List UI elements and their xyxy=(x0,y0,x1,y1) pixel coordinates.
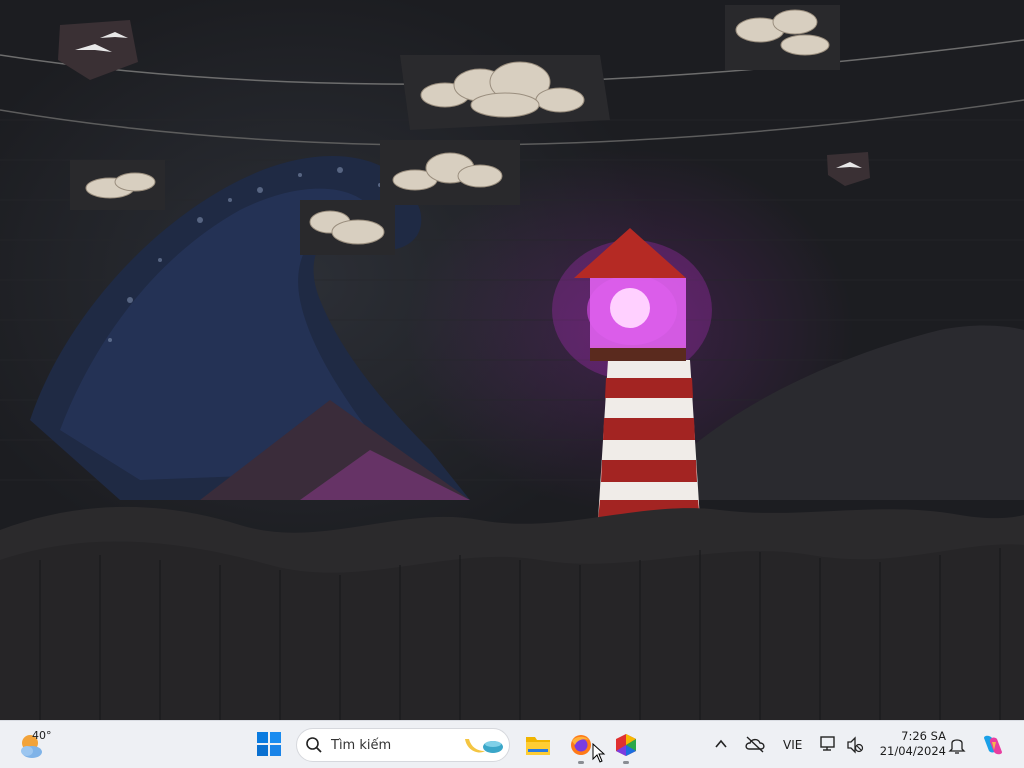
onedrive-offline-icon[interactable] xyxy=(744,735,766,753)
clock-time: 7:26 SA xyxy=(901,729,946,743)
paper-waves xyxy=(0,506,1024,720)
start-button[interactable] xyxy=(256,731,282,757)
mouse-cursor xyxy=(592,743,606,763)
copilot-icon[interactable] xyxy=(980,732,1006,758)
taskbar: 40° Tìm kiếm VIE 7:26 SA 21/04/2024 xyxy=(0,720,1024,768)
clock-date: 21/04/2024 xyxy=(879,744,946,758)
search-highlight-icon xyxy=(465,739,503,753)
clock[interactable]: 7:26 SA 21/04/2024 xyxy=(866,729,946,759)
file-explorer-button[interactable] xyxy=(520,727,556,763)
notification-bell-icon[interactable] xyxy=(948,735,966,755)
weather-temperature: 40° xyxy=(32,729,52,742)
colorful-app-button[interactable] xyxy=(608,727,644,764)
input-language-indicator[interactable]: VIE xyxy=(783,738,802,752)
hexagon-app-icon xyxy=(616,734,636,756)
network-icon[interactable] xyxy=(820,735,838,753)
wave-painting xyxy=(30,156,1024,500)
chevron-up-icon[interactable] xyxy=(714,737,728,751)
running-indicator xyxy=(623,761,629,764)
weather-widget[interactable]: 40° xyxy=(14,727,74,763)
windows-start-icon xyxy=(257,732,281,756)
speaker-muted-icon[interactable] xyxy=(846,736,864,754)
search-icon xyxy=(306,737,322,753)
desktop[interactable] xyxy=(0,0,1024,720)
wallpaper-image xyxy=(0,5,1024,720)
lighthouse xyxy=(552,228,712,520)
running-indicator xyxy=(578,761,584,764)
folder-icon xyxy=(526,737,550,755)
search-box[interactable]: Tìm kiếm xyxy=(296,728,510,762)
search-placeholder: Tìm kiếm xyxy=(331,738,392,753)
